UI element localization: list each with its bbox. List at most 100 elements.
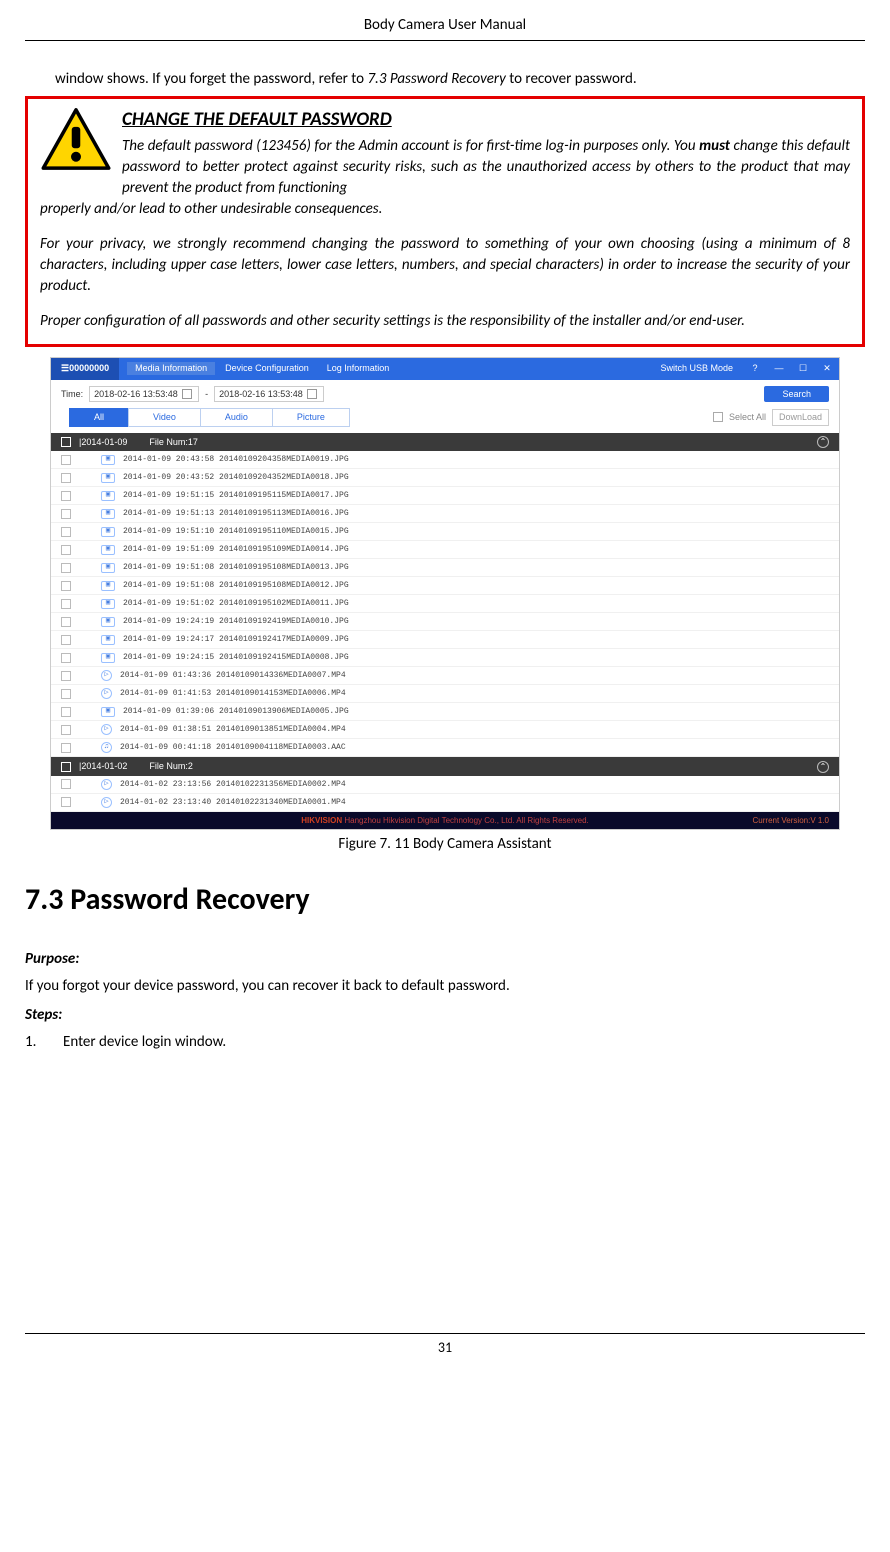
warning-paragraph-1: The default password (123456) for the Ad… <box>122 136 850 199</box>
file-group-header[interactable]: | 2014-01-09File Num:17⌃ <box>51 433 839 452</box>
group-checkbox[interactable] <box>61 437 71 447</box>
calendar-icon[interactable] <box>307 389 317 399</box>
page-number: 31 <box>25 1338 865 1358</box>
switch-usb-mode-button[interactable]: Switch USB Mode <box>650 362 743 375</box>
file-row[interactable]: ▣2014-01-09 19:51:08 20140109195108MEDIA… <box>51 559 839 577</box>
file-row[interactable]: ♫2014-01-09 00:41:18 20140109004118MEDIA… <box>51 739 839 757</box>
tab-picture[interactable]: Picture <box>272 408 350 427</box>
footer-copyright: Hangzhou Hikvision Digital Technology Co… <box>342 816 589 825</box>
file-row[interactable]: ▣2014-01-09 19:51:10 20140109195110MEDIA… <box>51 523 839 541</box>
filetype-icon: ▣ <box>101 455 115 465</box>
select-all-checkbox[interactable] <box>713 412 723 422</box>
calendar-icon[interactable] <box>182 389 192 399</box>
file-row[interactable]: ▣2014-01-09 19:24:15 20140109192415MEDIA… <box>51 649 839 667</box>
file-name: 2014-01-09 20:43:52 20140109204352MEDIA0… <box>123 472 349 483</box>
row-checkbox[interactable] <box>61 797 71 807</box>
intro-paragraph: window shows. If you forget the password… <box>55 69 865 90</box>
row-checkbox[interactable] <box>61 581 71 591</box>
row-checkbox[interactable] <box>61 725 71 735</box>
row-checkbox[interactable] <box>61 473 71 483</box>
file-name: 2014-01-09 19:51:09 20140109195109MEDIA0… <box>123 544 349 555</box>
row-checkbox[interactable] <box>61 527 71 537</box>
file-name: 2014-01-09 01:38:51 20140109013851MEDIA0… <box>120 724 346 735</box>
time-to-input[interactable]: 2018-02-16 13:53:48 <box>214 386 324 403</box>
row-checkbox[interactable] <box>61 545 71 555</box>
row-checkbox[interactable] <box>61 707 71 717</box>
group-date: 2014-01-02 <box>81 760 127 773</box>
file-row[interactable]: ▷2014-01-09 01:38:51 20140109013851MEDIA… <box>51 721 839 739</box>
file-row[interactable]: ▷2014-01-02 23:13:40 20140102231340MEDIA… <box>51 794 839 812</box>
file-row[interactable]: ▣2014-01-09 19:51:09 20140109195109MEDIA… <box>51 541 839 559</box>
help-icon[interactable]: ? <box>743 358 767 380</box>
time-from-value: 2018-02-16 13:53:48 <box>94 388 178 401</box>
row-checkbox[interactable] <box>61 617 71 627</box>
row-checkbox[interactable] <box>61 653 71 663</box>
file-row[interactable]: ▣2014-01-09 19:51:02 20140109195102MEDIA… <box>51 595 839 613</box>
time-dash: - <box>205 388 208 401</box>
file-row[interactable]: ▣ 2014-01-09 20:43:52 20140109204352MEDIA… <box>51 469 839 487</box>
menu-item[interactable]: Media Information <box>127 362 215 375</box>
maximize-icon[interactable]: ☐ <box>791 358 815 380</box>
time-from-input[interactable]: 2018-02-16 13:53:48 <box>89 386 199 403</box>
app-logo: ☰ 00000000 <box>51 358 119 380</box>
row-checkbox[interactable] <box>61 563 71 573</box>
menu-item[interactable]: Device Configuration <box>217 362 317 375</box>
filetype-icon: ▷ <box>101 688 112 699</box>
tab-all[interactable]: All <box>69 408 129 427</box>
file-row[interactable]: ▣2014-01-09 19:24:19 20140109192419MEDIA… <box>51 613 839 631</box>
filetype-icon: ▣ <box>101 509 115 519</box>
row-checkbox[interactable] <box>61 689 71 699</box>
close-icon[interactable]: ✕ <box>815 358 839 380</box>
file-row[interactable]: ▣2014-01-09 01:39:06 20140109013906MEDIA… <box>51 703 839 721</box>
warning-heading: CHANGE THE DEFAULT PASSWORD <box>122 107 850 134</box>
purpose-label: Purpose: <box>25 949 865 970</box>
footer-version: Current Version:V 1.0 <box>753 815 829 826</box>
file-row[interactable]: ▷2014-01-02 23:13:56 20140102231356MEDIA… <box>51 776 839 794</box>
time-to-value: 2018-02-16 13:53:48 <box>219 388 303 401</box>
file-name: 2014-01-09 01:41:53 20140109014153MEDIA0… <box>120 688 346 699</box>
collapse-icon[interactable]: ⌃ <box>817 761 829 773</box>
search-button[interactable]: Search <box>764 386 829 403</box>
media-type-tabs: AllVideoAudioPicture Select All DownLoad <box>51 408 839 433</box>
file-row[interactable]: ▣2014-01-09 19:51:13 20140109195113MEDIA… <box>51 505 839 523</box>
tab-audio[interactable]: Audio <box>200 408 273 427</box>
figure-caption: Figure 7. 11 Body Camera Assistant <box>25 834 865 855</box>
row-checkbox[interactable] <box>61 779 71 789</box>
filetype-icon: ▣ <box>101 635 115 645</box>
time-filter-bar: Time: 2018-02-16 13:53:48 - 2018-02-16 1… <box>51 380 839 409</box>
collapse-icon[interactable]: ⌃ <box>817 436 829 448</box>
file-name: 2014-01-02 23:13:56 20140102231356MEDIA0… <box>120 779 346 790</box>
row-checkbox[interactable] <box>61 491 71 501</box>
purpose-text: If you forgot your device password, you … <box>25 976 865 997</box>
file-group-header[interactable]: | 2014-01-02File Num:2⌃ <box>51 757 839 776</box>
file-name: 2014-01-09 20:43:58 20140109204358MEDIA0… <box>123 454 349 465</box>
tab-video[interactable]: Video <box>128 408 201 427</box>
row-checkbox[interactable] <box>61 635 71 645</box>
file-name: 2014-01-09 19:51:10 20140109195110MEDIA0… <box>123 526 349 537</box>
file-name: 2014-01-09 19:51:15 20140109195115MEDIA0… <box>123 490 349 501</box>
file-name: 2014-01-09 00:41:18 20140109004118MEDIA0… <box>120 742 346 753</box>
filetype-icon: ▷ <box>101 797 112 808</box>
file-row[interactable]: ▷2014-01-09 01:43:36 20140109014336MEDIA… <box>51 667 839 685</box>
group-filenum: File Num:2 <box>149 760 193 773</box>
page-header-title: Body Camera User Manual <box>25 15 865 40</box>
row-checkbox[interactable] <box>61 743 71 753</box>
menu-item[interactable]: Log Information <box>319 362 398 375</box>
row-checkbox[interactable] <box>61 671 71 681</box>
row-checkbox[interactable] <box>61 455 71 465</box>
group-date: 2014-01-09 <box>81 436 127 449</box>
download-button[interactable]: DownLoad <box>772 409 829 426</box>
minimize-icon[interactable]: — <box>767 358 791 380</box>
file-row[interactable]: ▣2014-01-09 19:24:17 20140109192417MEDIA… <box>51 631 839 649</box>
group-checkbox[interactable] <box>61 762 71 772</box>
file-row[interactable]: ▷ 2014-01-09 01:41:53 20140109014153MEDIA… <box>51 685 839 703</box>
filetype-icon: ▣ <box>101 563 115 573</box>
warning-icon <box>40 107 112 171</box>
file-row[interactable]: ▣ 2014-01-09 20:43:58 20140109204358MEDIA… <box>51 451 839 469</box>
row-checkbox[interactable] <box>61 509 71 519</box>
filetype-icon: ▣ <box>101 473 115 483</box>
file-row[interactable]: ▣2014-01-09 19:51:08 20140109195108MEDIA… <box>51 577 839 595</box>
row-checkbox[interactable] <box>61 599 71 609</box>
warning-p1-cont: properly and/or lead to other undesirabl… <box>40 199 850 220</box>
file-row[interactable]: ▣2014-01-09 19:51:15 20140109195115MEDIA… <box>51 487 839 505</box>
